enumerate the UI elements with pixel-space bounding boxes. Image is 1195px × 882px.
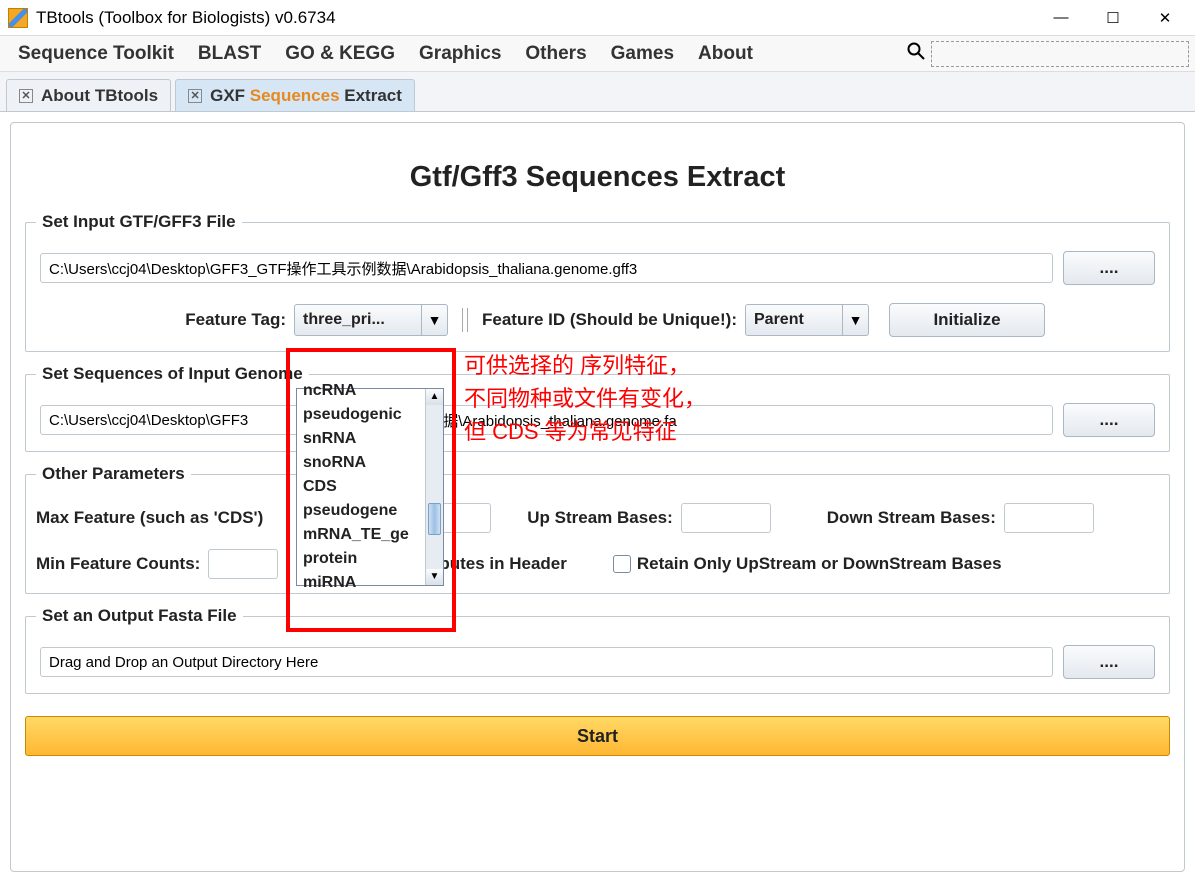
genome-browse-button[interactable]: .... [1063, 403, 1155, 437]
down-stream-label: Down Stream Bases: [827, 508, 996, 528]
feature-tag-combo[interactable]: three_pri... ▼ [294, 304, 448, 336]
output-path-input[interactable]: Drag and Drop an Output Directory Here [40, 647, 1053, 677]
feature-tag-value: three_pri... [295, 311, 421, 329]
section-legend: Set Input GTF/GFF3 File [36, 212, 242, 232]
main-panel: Gtf/Gff3 Sequences Extract Set Input GTF… [10, 122, 1185, 872]
chevron-down-icon: ▼ [842, 305, 868, 335]
search-icon[interactable] [907, 42, 925, 66]
scroll-up-icon[interactable]: ▲ [426, 389, 443, 405]
output-browse-button[interactable]: .... [1063, 645, 1155, 679]
checkbox-icon [613, 555, 631, 573]
retain-only-checkbox[interactable]: Retain Only UpStream or DownStream Bases [613, 554, 1002, 574]
section-other-params: Other Parameters Max Feature (such as 'C… [25, 474, 1170, 594]
minimize-button[interactable]: — [1035, 2, 1087, 34]
dropdown-item[interactable]: CDS [297, 475, 425, 499]
feature-id-label: Feature ID (Should be Unique!): [482, 310, 737, 330]
separator [462, 308, 468, 332]
menu-sequence-toolkit[interactable]: Sequence Toolkit [6, 43, 186, 65]
close-icon[interactable]: ✕ [19, 89, 33, 103]
menu-games[interactable]: Games [599, 43, 686, 65]
dropdown-list: ncRNA pseudogenic snRNA snoRNA CDS pseud… [297, 389, 425, 585]
dropdown-item[interactable]: snRNA [297, 427, 425, 451]
dropdown-item[interactable]: pseudogene [297, 499, 425, 523]
start-button[interactable]: Start [25, 716, 1170, 756]
window-controls: — ☐ ✕ [1035, 2, 1191, 34]
tab-about-tbtools[interactable]: ✕ About TBtools [6, 79, 171, 111]
main-area: Gtf/Gff3 Sequences Extract Set Input GTF… [0, 112, 1195, 882]
dropdown-item[interactable]: pseudogenic [297, 403, 425, 427]
dropdown-item[interactable]: mRNA_TE_ge [297, 523, 425, 547]
dropdown-item[interactable]: miRNA [297, 571, 425, 595]
tabbar: ✕ About TBtools ✕ GXF Sequences Extract [0, 72, 1195, 112]
dropdown-item[interactable]: protein [297, 547, 425, 571]
section-legend: Other Parameters [36, 464, 191, 484]
dropdown-item[interactable]: ncRNA [297, 379, 425, 403]
scroll-down-icon[interactable]: ▼ [426, 569, 443, 585]
feature-id-combo[interactable]: Parent ▼ [745, 304, 869, 336]
genome-path-input[interactable]: C:\Users\ccj04\Desktop\GFF3 数据\Arabidops… [40, 405, 1053, 435]
max-feature-label: Max Feature (such as 'CDS') [36, 508, 263, 528]
search-input[interactable] [931, 41, 1189, 67]
tab-label: About TBtools [41, 86, 158, 106]
section-legend: Set an Output Fasta File [36, 606, 243, 626]
up-stream-label: Up Stream Bases: [527, 508, 673, 528]
gff-path-input[interactable] [40, 253, 1053, 283]
menu-blast[interactable]: BLAST [186, 43, 273, 65]
maximize-button[interactable]: ☐ [1087, 2, 1139, 34]
min-feature-label: Min Feature Counts: [36, 554, 200, 574]
chevron-down-icon: ▼ [421, 305, 447, 335]
close-button[interactable]: ✕ [1139, 2, 1191, 34]
section-input-genome: Set Sequences of Input Genome C:\Users\c… [25, 374, 1170, 452]
section-output: Set an Output Fasta File Drag and Drop a… [25, 616, 1170, 694]
menu-go-kegg[interactable]: GO & KEGG [273, 43, 407, 65]
dropdown-scrollbar[interactable]: ▲ ▼ [425, 389, 443, 585]
titlebar: TBtools (Toolbox for Biologists) v0.6734… [0, 0, 1195, 36]
page-title: Gtf/Gff3 Sequences Extract [25, 161, 1170, 194]
tab-gxf-sequences-extract[interactable]: ✕ GXF Sequences Extract [175, 79, 415, 111]
feature-id-value: Parent [746, 311, 842, 329]
app-icon [8, 8, 28, 28]
retain-only-label: Retain Only UpStream or DownStream Bases [637, 554, 1002, 574]
section-legend: Set Sequences of Input Genome [36, 364, 309, 384]
menu-graphics[interactable]: Graphics [407, 43, 513, 65]
menu-others[interactable]: Others [513, 43, 598, 65]
down-stream-input[interactable] [1004, 503, 1094, 533]
min-feature-input[interactable] [208, 549, 278, 579]
up-stream-input[interactable] [681, 503, 771, 533]
feature-tag-dropdown[interactable]: ncRNA pseudogenic snRNA snoRNA CDS pseud… [296, 388, 444, 586]
tab-label: GXF Sequences Extract [210, 86, 402, 106]
output-placeholder: Drag and Drop an Output Directory Here [49, 654, 318, 671]
initialize-button[interactable]: Initialize [889, 303, 1045, 337]
menu-about[interactable]: About [686, 43, 765, 65]
close-icon[interactable]: ✕ [188, 89, 202, 103]
menubar: Sequence Toolkit BLAST GO & KEGG Graphic… [0, 36, 1195, 72]
window-title: TBtools (Toolbox for Biologists) v0.6734 [36, 8, 1035, 28]
section-input-gff: Set Input GTF/GFF3 File .... Feature Tag… [25, 222, 1170, 352]
dropdown-item[interactable]: snoRNA [297, 451, 425, 475]
feature-tag-label: Feature Tag: [40, 310, 286, 330]
gff-browse-button[interactable]: .... [1063, 251, 1155, 285]
scroll-thumb[interactable] [428, 503, 441, 535]
